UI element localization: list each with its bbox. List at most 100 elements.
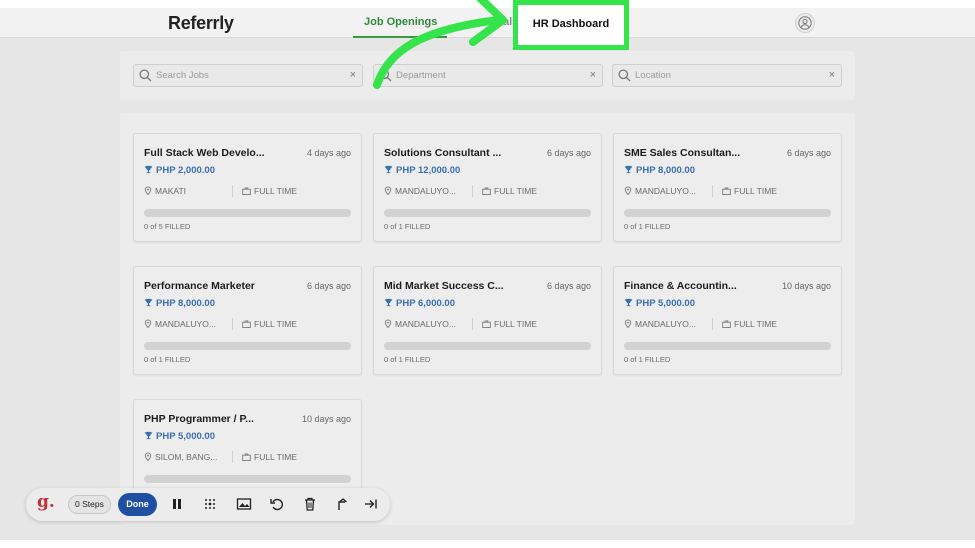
job-location: MANDALUYO...: [624, 186, 696, 196]
job-location: MAKATI: [144, 186, 186, 196]
job-type: FULL TIME: [242, 186, 297, 196]
job-age: 6 days ago: [546, 281, 591, 291]
skip-icon[interactable]: [363, 496, 379, 512]
trophy-icon: [624, 165, 633, 174]
job-salary: PHP 5,000.00: [624, 298, 695, 309]
meta-divider: [712, 318, 713, 330]
job-salary: PHP 12,000.00: [384, 165, 460, 176]
fill-progress-bar: [624, 342, 831, 350]
job-type-value: FULL TIME: [734, 186, 777, 196]
job-card[interactable]: SME Sales Consultan... 6 days ago PHP 8,00…: [613, 133, 842, 242]
hr-dashboard-tab[interactable]: HR Dashboard: [513, 0, 629, 50]
location-pin-icon: [144, 186, 152, 195]
upload-icon[interactable]: [335, 496, 351, 512]
job-type-value: FULL TIME: [494, 186, 537, 196]
job-location: MANDALUYO...: [144, 319, 216, 329]
job-location: MANDALUYO...: [384, 319, 456, 329]
trophy-icon: [384, 298, 393, 307]
job-title[interactable]: Mid Market Success C...: [384, 280, 504, 292]
location-value: SILOM, BANG...: [155, 452, 218, 462]
location-pin-icon: [144, 319, 152, 328]
location-value: MANDALUYO...: [395, 319, 456, 329]
location-value: MAKATI: [155, 186, 187, 196]
job-card[interactable]: Mid Market Success C... 6 days ago PHP 6,0…: [373, 266, 602, 375]
job-card[interactable]: Full Stack Web Develo... 4 days ago PHP 2,…: [133, 133, 362, 242]
meta-divider: [232, 185, 233, 197]
job-type: FULL TIME: [482, 319, 537, 329]
trophy-icon: [144, 298, 153, 307]
location-pin-icon: [624, 186, 632, 195]
filled-count: 0 of 1 FILLED: [144, 355, 191, 364]
job-card[interactable]: Performance Marketer 6 days ago PHP 8,000.…: [133, 266, 362, 375]
briefcase-icon: [242, 187, 251, 195]
filled-count: 0 of 1 FILLED: [624, 222, 671, 231]
meta-divider: [232, 318, 233, 330]
salary-value: PHP 8,000.00: [156, 298, 215, 309]
salary-value: PHP 5,000.00: [156, 431, 215, 442]
location-value: MANDALUYO...: [635, 319, 696, 329]
job-title[interactable]: Solutions Consultant ...: [384, 147, 501, 159]
job-age: 6 days ago: [546, 148, 591, 158]
job-salary: PHP 5,000.00: [144, 431, 215, 442]
salary-value: PHP 5,000.00: [636, 298, 695, 309]
salary-value: PHP 2,000.00: [156, 165, 215, 176]
trophy-icon: [384, 165, 393, 174]
job-card[interactable]: Finance & Accountin... 10 days ago PHP 5,0…: [613, 266, 842, 375]
app-logo[interactable]: Referrly: [168, 13, 234, 34]
pause-icon[interactable]: [169, 496, 185, 512]
undo-icon[interactable]: [269, 496, 285, 512]
clear-icon[interactable]: ×: [590, 69, 596, 81]
location-placeholder: Location: [635, 70, 671, 81]
image-icon[interactable]: [236, 496, 252, 512]
location-value: MANDALUYO...: [155, 319, 216, 329]
location-value: MANDALUYO...: [635, 186, 696, 196]
clear-icon[interactable]: ×: [350, 69, 356, 81]
job-salary: PHP 8,000.00: [624, 165, 695, 176]
job-type: FULL TIME: [242, 452, 297, 462]
job-age: 4 days ago: [306, 148, 351, 158]
briefcase-icon: [242, 320, 251, 328]
hr-dashboard-label: HR Dashboard: [532, 18, 610, 30]
job-title[interactable]: Full Stack Web Develo...: [144, 147, 265, 159]
blur-icon[interactable]: [202, 496, 218, 512]
location-value: MANDALUYO...: [395, 186, 456, 196]
job-title[interactable]: SME Sales Consultan...: [624, 147, 740, 159]
briefcase-icon: [482, 187, 491, 195]
briefcase-icon: [482, 320, 491, 328]
salary-value: PHP 8,000.00: [636, 165, 695, 176]
salary-value: PHP 12,000.00: [396, 165, 461, 176]
job-title[interactable]: PHP Programmer / P...: [144, 413, 254, 425]
meta-divider: [232, 451, 233, 463]
job-salary: PHP 2,000.00: [144, 165, 215, 176]
location-input[interactable]: Location ×: [612, 64, 842, 87]
delete-icon[interactable]: [302, 496, 318, 512]
fill-progress-bar: [144, 342, 351, 350]
location-pin-icon: [624, 319, 632, 328]
fill-progress-bar: [624, 209, 831, 217]
meta-divider: [472, 318, 473, 330]
user-avatar[interactable]: [795, 13, 815, 33]
job-title[interactable]: Finance & Accountin...: [624, 280, 737, 292]
search-input[interactable]: Search Jobs ×: [133, 64, 363, 87]
job-list: Full Stack Web Develo... 4 days ago PHP 2,…: [120, 113, 855, 525]
recorder-toolbar: g. 0 Steps Done: [26, 488, 390, 521]
clear-icon[interactable]: ×: [829, 69, 835, 81]
job-card[interactable]: Solutions Consultant ... 6 days ago PHP 12…: [373, 133, 602, 242]
job-title[interactable]: Performance Marketer: [144, 280, 255, 292]
job-type: FULL TIME: [242, 319, 297, 329]
job-type: FULL TIME: [722, 319, 777, 329]
recorder-logo: g.: [37, 492, 55, 512]
job-type-value: FULL TIME: [254, 319, 297, 329]
steps-counter: 0 Steps: [68, 495, 111, 514]
job-type-value: FULL TIME: [494, 319, 537, 329]
job-type: FULL TIME: [722, 186, 777, 196]
briefcase-icon: [242, 453, 251, 461]
fill-progress-bar: [384, 342, 591, 350]
fill-progress-bar: [384, 209, 591, 217]
search-icon: [139, 69, 152, 82]
job-age: 6 days ago: [306, 281, 351, 291]
job-age: 10 days ago: [301, 414, 351, 424]
location-pin-icon: [384, 319, 392, 328]
done-button[interactable]: Done: [118, 493, 157, 516]
job-type: FULL TIME: [482, 186, 537, 196]
